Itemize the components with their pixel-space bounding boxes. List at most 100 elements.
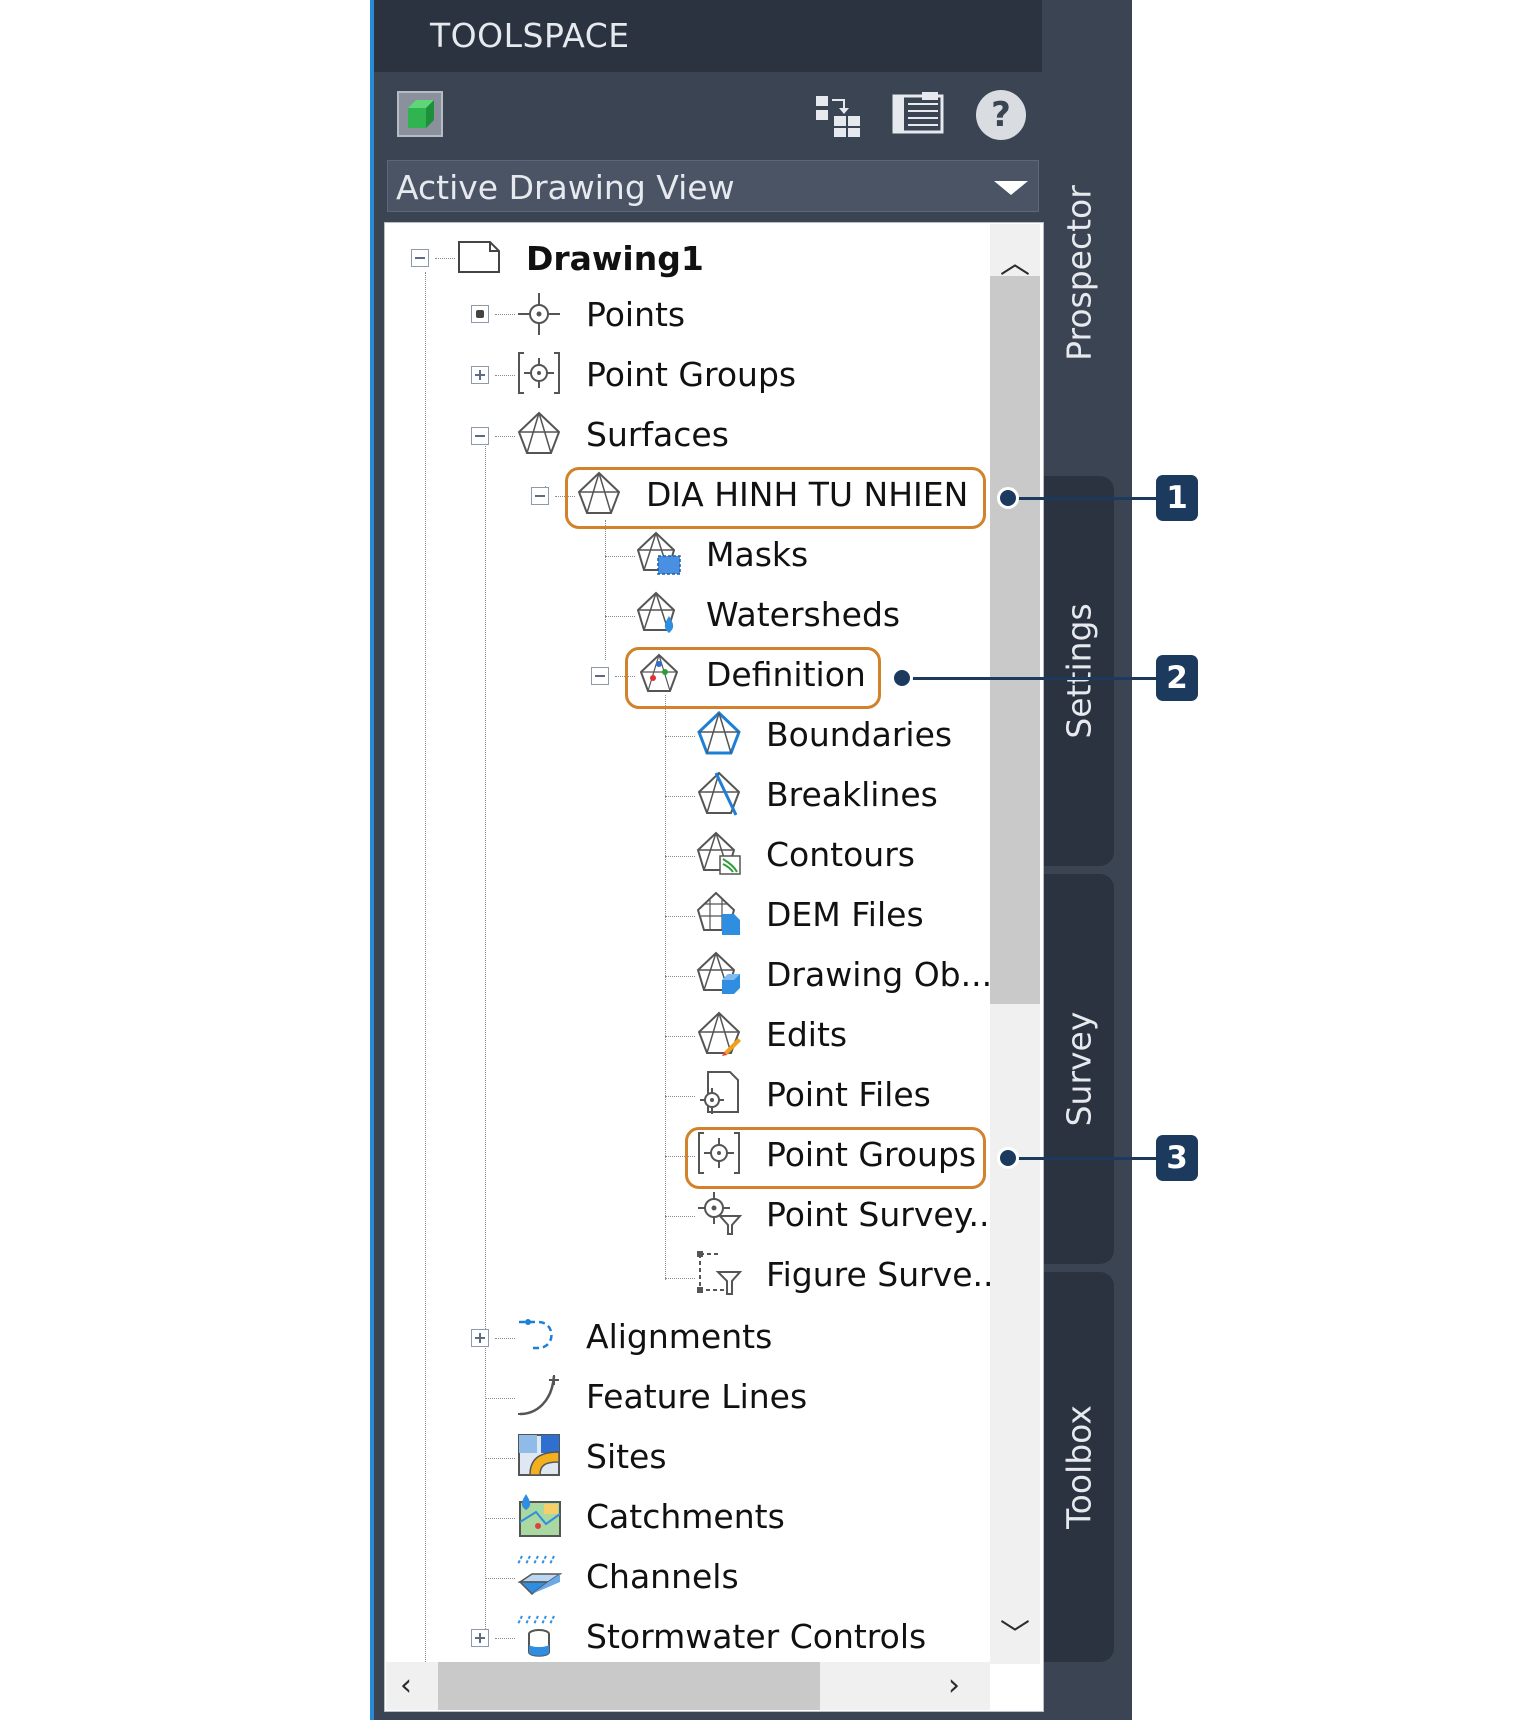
- tree-branch-line: [485, 1458, 515, 1459]
- tree-item-point-groups[interactable]: Point Groups: [586, 352, 796, 398]
- view-selector-value: Active Drawing View: [396, 168, 735, 207]
- tree-branch-line: [495, 436, 515, 437]
- edits-icon: [696, 1010, 742, 1056]
- tree-item-edits[interactable]: Edits: [766, 1012, 847, 1058]
- scroll-left-icon[interactable]: ‹: [400, 1668, 412, 1703]
- tab-survey-label: Survey: [1059, 1011, 1099, 1127]
- tree-branch-line: [495, 1338, 515, 1339]
- tree-branch-line: [665, 736, 695, 737]
- tree-item-boundaries[interactable]: Boundaries: [766, 712, 952, 758]
- scroll-up-icon[interactable]: ︿: [1000, 238, 1030, 282]
- horizontal-scrollbar-thumb[interactable]: [438, 1662, 820, 1710]
- tree-root-drawing1[interactable]: Drawing1: [526, 236, 704, 282]
- callout-badge-2: 2: [1156, 655, 1198, 701]
- expand-toggle[interactable]: [471, 1629, 489, 1647]
- tree-branch-line: [495, 314, 515, 315]
- tree-item-alignments[interactable]: Alignments: [586, 1314, 772, 1360]
- tree-view-icon[interactable]: [814, 92, 862, 138]
- alignments-icon: [516, 1312, 562, 1358]
- surfaces-icon: [516, 410, 562, 456]
- tree-item-sites[interactable]: Sites: [586, 1434, 667, 1480]
- tree-item-stormwater-controls[interactable]: Stormwater Controls: [586, 1614, 926, 1660]
- callout-badge-1: 1: [1156, 475, 1198, 521]
- boundaries-icon: [696, 710, 742, 756]
- tree-item-watersheds[interactable]: Watersheds: [706, 592, 900, 638]
- collapse-toggle[interactable]: [591, 667, 609, 685]
- tree-guide-line: [485, 440, 486, 1645]
- tree-item-point-files[interactable]: Point Files: [766, 1072, 931, 1118]
- cube-icon[interactable]: [396, 90, 444, 138]
- tree-guide-line: [425, 272, 426, 1662]
- tree-item-dem-files[interactable]: DEM Files: [766, 892, 924, 938]
- watersheds-icon: [636, 590, 682, 636]
- tree-branch-line: [665, 796, 695, 797]
- tab-settings-label: Settings: [1059, 603, 1099, 739]
- sites-icon: [516, 1432, 562, 1478]
- tree-branch-line: [665, 1036, 695, 1037]
- tree-item-channels[interactable]: Channels: [586, 1554, 739, 1600]
- scroll-down-icon[interactable]: ﹀: [1000, 1610, 1030, 1654]
- list-panel-icon[interactable]: [892, 92, 944, 136]
- expand-toggle[interactable]: [471, 1329, 489, 1347]
- window-title: TOOLSPACE: [430, 16, 630, 55]
- figure-survey-icon: [696, 1250, 743, 1296]
- channels-icon: [516, 1552, 563, 1598]
- leaf-toggle[interactable]: [471, 305, 489, 323]
- tree-guide-line: [605, 520, 606, 660]
- tree-item-contours[interactable]: Contours: [766, 832, 915, 878]
- dem-files-icon: [696, 890, 742, 936]
- tree-item-feature-lines[interactable]: Feature Lines: [586, 1374, 807, 1420]
- tree-item-catchments[interactable]: Catchments: [586, 1494, 785, 1540]
- tree-branch-line: [495, 1638, 515, 1639]
- tree-item-drawing-objects[interactable]: Drawing Ob...: [766, 952, 992, 998]
- toolbar: ?: [384, 80, 1044, 150]
- tree-item-points[interactable]: Points: [586, 292, 685, 338]
- tree-item-point-survey[interactable]: Point Survey...: [766, 1192, 1000, 1238]
- tree-branch-line: [665, 1216, 695, 1217]
- tab-toolbox-label: Toolbox: [1059, 1405, 1099, 1529]
- tree-item-masks[interactable]: Masks: [706, 532, 808, 578]
- tree-branch-line: [665, 1278, 695, 1279]
- callout-line-1: [1008, 497, 1156, 500]
- tab-prospector-label: Prospector: [1059, 185, 1099, 361]
- expand-toggle[interactable]: [471, 366, 489, 384]
- tab-settings[interactable]: Settings: [1044, 476, 1114, 866]
- collapse-toggle[interactable]: [471, 427, 489, 445]
- panel-accent-border: [370, 0, 374, 1720]
- tree-branch-line: [605, 556, 635, 557]
- highlight-box-3: [685, 1127, 986, 1189]
- tree-branch-line: [665, 976, 695, 977]
- vertical-scrollbar-thumb[interactable]: [990, 276, 1040, 1004]
- stormwater-controls-icon: [516, 1612, 562, 1658]
- tree-guide-line: [665, 695, 666, 1280]
- catchments-icon: [516, 1492, 562, 1538]
- tree-branch-line: [485, 1398, 515, 1399]
- tree-branch-line: [485, 1578, 515, 1579]
- scroll-right-icon[interactable]: ›: [948, 1668, 960, 1703]
- callout-line-3: [1008, 1157, 1156, 1160]
- points-icon: [516, 291, 562, 337]
- callout-dot-1: [997, 487, 1019, 509]
- feature-lines-icon: [516, 1372, 562, 1418]
- highlight-box-1: [565, 467, 986, 529]
- view-selector-dropdown[interactable]: Active Drawing View: [387, 160, 1039, 212]
- tree-branch-line: [665, 916, 695, 917]
- tab-toolbox[interactable]: Toolbox: [1044, 1272, 1114, 1662]
- tab-prospector[interactable]: Prospector: [1044, 78, 1114, 468]
- tree-item-surfaces[interactable]: Surfaces: [586, 412, 729, 458]
- help-icon[interactable]: ?: [976, 90, 1026, 140]
- tree-item-breaklines[interactable]: Breaklines: [766, 772, 938, 818]
- collapse-toggle[interactable]: [531, 487, 549, 505]
- contours-icon: [696, 830, 742, 876]
- tree-item-figure-survey[interactable]: Figure Surve...: [766, 1252, 1004, 1298]
- callout-line-2: [902, 677, 1156, 680]
- tree-branch-line: [485, 1518, 515, 1519]
- collapse-toggle[interactable]: [411, 249, 429, 267]
- callout-dot-2: [891, 667, 913, 689]
- tab-survey[interactable]: Survey: [1044, 874, 1114, 1264]
- point-files-icon: [696, 1070, 742, 1116]
- breaklines-icon: [696, 770, 742, 816]
- callout-badge-3: 3: [1156, 1135, 1198, 1181]
- tree-branch-line: [605, 616, 635, 617]
- highlight-box-2: [625, 647, 881, 709]
